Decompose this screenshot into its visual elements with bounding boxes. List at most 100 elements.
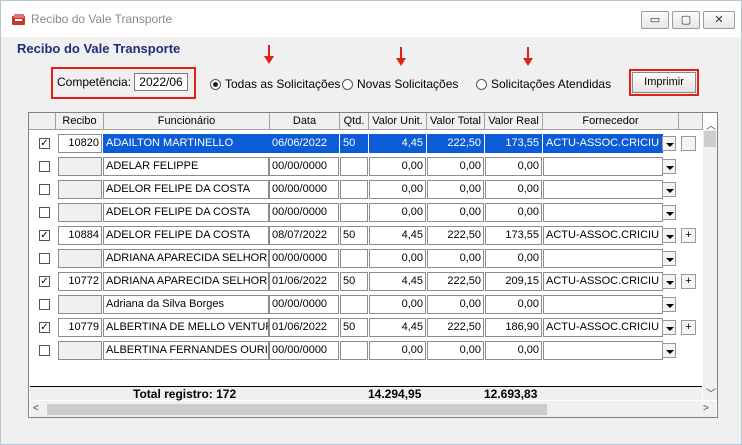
scroll-right-icon[interactable]: > — [703, 403, 709, 414]
vertical-scroll-thumb[interactable] — [704, 131, 716, 147]
cell-funcionario[interactable]: ADRIANA APARECIDA SELHORST — [103, 272, 269, 291]
cell-fornecedor[interactable] — [543, 295, 663, 314]
cell-recibo[interactable]: 10779 — [58, 318, 102, 337]
cell-recibo[interactable]: 10820 — [58, 134, 102, 153]
cell-qtd[interactable]: 50 — [340, 226, 368, 245]
scroll-left-icon[interactable]: < — [33, 403, 39, 414]
cell-funcionario[interactable]: ADELAR FELIPPE — [103, 157, 269, 176]
cell-total[interactable]: 0,00 — [427, 203, 484, 222]
filter-radio-todas[interactable]: Todas as Solicitações — [210, 76, 340, 92]
cell-recibo[interactable] — [58, 249, 102, 268]
minimize-button[interactable]: ▭ — [641, 11, 669, 29]
cell-total[interactable]: 0,00 — [427, 295, 484, 314]
cell-qtd[interactable]: 50 — [340, 318, 368, 337]
cell-qtd[interactable] — [340, 157, 368, 176]
row-checkbox[interactable]: ✓ — [39, 322, 50, 333]
cell-data[interactable]: 06/06/2022 — [269, 134, 339, 153]
cell-total[interactable]: 0,00 — [427, 157, 484, 176]
cell-total[interactable]: 222,50 — [427, 318, 484, 337]
chevron-down-icon[interactable] — [662, 343, 676, 358]
column-header[interactable]: Funcionário — [104, 113, 270, 130]
cell-real[interactable]: 0,00 — [485, 157, 542, 176]
horizontal-scroll-thumb[interactable] — [47, 404, 547, 415]
chevron-down-icon[interactable] — [662, 205, 676, 220]
cell-qtd[interactable] — [340, 295, 368, 314]
cell-funcionario[interactable]: ALBERTINA FERNANDES OURIQUES — [103, 341, 269, 360]
cell-qtd[interactable]: 50 — [340, 272, 368, 291]
cell-fornecedor[interactable] — [543, 157, 663, 176]
cell-fornecedor[interactable] — [543, 341, 663, 360]
scroll-down-icon[interactable]: ﹀ — [706, 385, 716, 400]
cell-unit[interactable]: 4,45 — [369, 226, 426, 245]
cell-real[interactable]: 0,00 — [485, 180, 542, 199]
cell-real[interactable]: 173,55 — [485, 226, 542, 245]
chevron-down-icon[interactable] — [662, 251, 676, 266]
chevron-down-icon[interactable] — [662, 274, 676, 289]
chevron-down-icon[interactable] — [662, 159, 676, 174]
cell-data[interactable]: 00/00/0000 — [269, 180, 339, 199]
cell-total[interactable]: 0,00 — [427, 249, 484, 268]
cell-total[interactable]: 222,50 — [427, 134, 484, 153]
row-checkbox[interactable] — [39, 253, 50, 264]
cell-data[interactable]: 00/00/0000 — [269, 249, 339, 268]
cell-recibo[interactable] — [58, 157, 102, 176]
cell-total[interactable]: 0,00 — [427, 180, 484, 199]
cell-unit[interactable]: 0,00 — [369, 295, 426, 314]
cell-qtd[interactable]: 50 — [340, 134, 368, 153]
cell-total[interactable]: 0,00 — [427, 341, 484, 360]
cell-funcionario[interactable]: ADELOR FELIPE DA COSTA — [103, 203, 269, 222]
cell-qtd[interactable] — [340, 249, 368, 268]
maximize-button[interactable]: ▢ — [672, 11, 700, 29]
cell-unit[interactable]: 0,00 — [369, 341, 426, 360]
cell-fornecedor[interactable]: ACTU-ASSOC.CRICIU — [543, 134, 663, 153]
scroll-up-icon[interactable]: ︿ — [706, 117, 716, 132]
cell-fornecedor[interactable]: ACTU-ASSOC.CRICIU — [543, 318, 663, 337]
cell-unit[interactable]: 4,45 — [369, 134, 426, 153]
chevron-down-icon[interactable] — [662, 297, 676, 312]
chevron-down-icon[interactable] — [662, 228, 676, 243]
cell-real[interactable]: 0,00 — [485, 249, 542, 268]
cell-recibo[interactable]: 10884 — [58, 226, 102, 245]
column-header[interactable]: Recibo — [56, 113, 104, 130]
add-icon[interactable]: + — [681, 274, 696, 289]
cell-real[interactable]: 0,00 — [485, 341, 542, 360]
cell-unit[interactable]: 0,00 — [369, 180, 426, 199]
close-button[interactable]: ✕ — [703, 11, 735, 29]
cell-data[interactable]: 00/00/0000 — [269, 295, 339, 314]
add-icon[interactable]: + — [681, 228, 696, 243]
cell-real[interactable]: 0,00 — [485, 295, 542, 314]
cell-unit[interactable]: 0,00 — [369, 157, 426, 176]
filter-radio-atendidas[interactable]: Solicitações Atendidas — [476, 76, 611, 92]
row-checkbox[interactable]: ✓ — [39, 276, 50, 287]
row-checkbox[interactable]: ✓ — [39, 138, 50, 149]
cell-funcionario[interactable]: ADELOR FELIPE DA COSTA — [103, 226, 269, 245]
row-extra-button[interactable] — [681, 136, 696, 151]
cell-qtd[interactable] — [340, 341, 368, 360]
competencia-input[interactable]: 2022/06 — [134, 73, 188, 91]
cell-recibo[interactable]: 10772 — [58, 272, 102, 291]
column-header[interactable]: Fornecedor — [543, 113, 679, 130]
column-header[interactable]: Valor Unit. — [369, 113, 427, 130]
chevron-down-icon[interactable] — [662, 136, 676, 151]
column-header[interactable]: Data — [270, 113, 340, 130]
row-checkbox[interactable] — [39, 161, 50, 172]
cell-qtd[interactable] — [340, 203, 368, 222]
cell-unit[interactable]: 4,45 — [369, 318, 426, 337]
cell-recibo[interactable] — [58, 295, 102, 314]
cell-fornecedor[interactable] — [543, 180, 663, 199]
cell-fornecedor[interactable]: ACTU-ASSOC.CRICIU — [543, 226, 663, 245]
cell-data[interactable]: 01/06/2022 — [269, 318, 339, 337]
row-checkbox[interactable] — [39, 345, 50, 356]
cell-unit[interactable]: 0,00 — [369, 249, 426, 268]
cell-data[interactable]: 01/06/2022 — [269, 272, 339, 291]
cell-data[interactable]: 00/00/0000 — [269, 341, 339, 360]
cell-funcionario[interactable]: ALBERTINA DE MELLO VENTURA — [103, 318, 269, 337]
vertical-scrollbar[interactable] — [703, 130, 717, 400]
row-checkbox[interactable]: ✓ — [39, 230, 50, 241]
cell-funcionario[interactable]: ADRIANA APARECIDA SELHORST — [103, 249, 269, 268]
cell-data[interactable]: 00/00/0000 — [269, 203, 339, 222]
cell-funcionario[interactable]: ADAILTON MARTINELLO — [103, 134, 269, 153]
cell-recibo[interactable] — [58, 203, 102, 222]
cell-real[interactable]: 173,55 — [485, 134, 542, 153]
cell-qtd[interactable] — [340, 180, 368, 199]
